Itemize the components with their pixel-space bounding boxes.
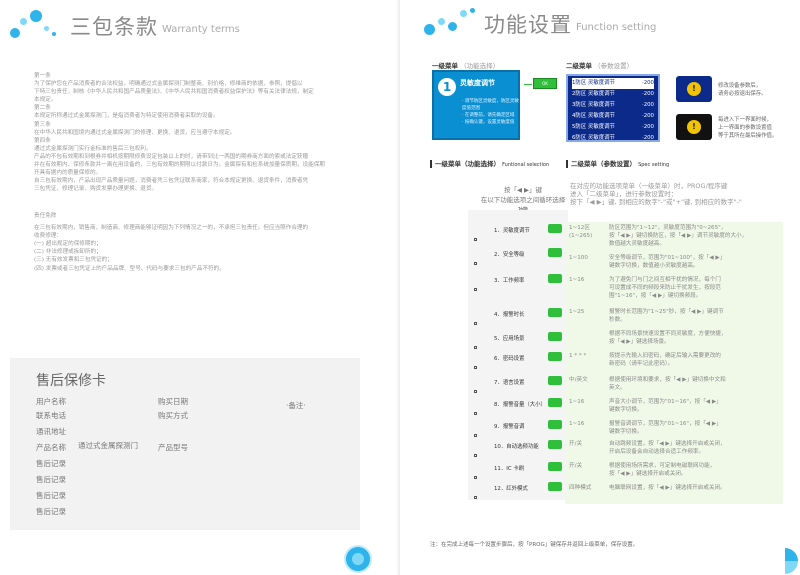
list-item: 1．灵敏度调节	[468, 222, 568, 248]
checkbox-icon	[474, 366, 477, 369]
note-1: 修改设备参数后， 请务必按退出保存。	[718, 83, 767, 97]
checkbox-icon	[474, 322, 477, 325]
checkbox-icon	[474, 434, 477, 437]
warranty-card-title: 售后保修卡	[36, 373, 106, 389]
ok-button-icon: OK	[533, 78, 557, 89]
list-item: 2．安全等级	[468, 246, 568, 272]
list-item: 12．红外模式	[468, 480, 568, 506]
screen-row: 3防区 灵敏度调节 ·200	[572, 102, 654, 108]
param-screen: 1防区 灵敏度调节 ·200 2防区 灵敏度调节 ·200 3防区 灵敏度调节 ·20…	[566, 74, 660, 142]
section-spec: 二级菜单（参数设置） Spec setting	[566, 158, 669, 168]
menu-number-badge: 1	[438, 78, 456, 96]
checkbox-icon	[474, 454, 477, 457]
section-funtional: 一级菜单（功能选择） Funtional selection	[430, 158, 549, 168]
dots-decoration-icon	[8, 8, 66, 44]
field-purchase-date: 购买日期	[158, 397, 188, 406]
green-tag-icon	[548, 376, 562, 385]
field-address: 通讯地址	[36, 427, 66, 436]
checkbox-icon	[474, 412, 477, 415]
field-product-model: 产品型号	[158, 443, 188, 452]
left-page: 三包条款 Warranty terms 第一条 为了保护您在产品消费者的合法权益…	[0, 0, 400, 575]
field-service-record-2: 售后记录	[36, 475, 66, 484]
green-tag-icon	[548, 352, 562, 361]
green-tag-icon	[548, 332, 562, 341]
green-tag-icon	[548, 420, 562, 429]
screen-row: 6防区 灵敏度调节 ·200	[572, 135, 654, 141]
screen-row: 2防区 灵敏度调节 ·200	[572, 91, 654, 97]
field-product-value: 通过式金属探测门	[78, 441, 138, 450]
screen-row: 4防区 灵敏度调节 ·200	[572, 113, 654, 119]
sensitivity-menu-box: 1 灵敏度调节 · 调节防区灵敏度，防区灵敏 度值范围 · 在调整前，请先确定区…	[432, 70, 520, 140]
note-2: 每进入下一界面时候， 上一界面的参数设置值 等于其所在最后操作值。	[718, 117, 778, 139]
field-purchase-method: 购买方式	[158, 411, 188, 420]
left-header: 三包条款 Warranty terms	[8, 8, 240, 44]
right-page-subtitle: Function setting	[576, 21, 657, 33]
green-tag-icon	[548, 462, 562, 471]
checkbox-icon	[474, 496, 477, 499]
dots-decoration-icon	[422, 6, 480, 42]
green-tag-icon	[548, 274, 562, 283]
field-service-record-1: 售后记录	[36, 459, 66, 468]
field-user-name: 用户名称	[36, 397, 66, 406]
corner-logo-icon	[772, 548, 798, 574]
green-tag-icon	[548, 398, 562, 407]
screen-row: 1防区 灵敏度调节 ·200	[572, 78, 654, 89]
green-tag-icon	[548, 308, 562, 317]
menu-box-title: 灵敏度调节	[460, 79, 495, 87]
warranty-card: 售后保修卡 用户名称 联系电话 通讯地址 产品名称 通过式金属探测门 售后记录 …	[10, 358, 360, 530]
field-remark: ·备注·	[286, 401, 306, 410]
field-product-name: 产品名称	[36, 443, 66, 452]
checkbox-icon	[474, 262, 477, 265]
list-item: 3．工作频率	[468, 272, 568, 298]
right-page: 功能设置 Function setting 一级菜单 （功能选择） 二级菜单 （…	[400, 0, 800, 575]
green-tag-icon	[548, 440, 562, 449]
connector-line	[524, 84, 532, 85]
liability-text-block: 责任免除 在三包有效期内，销售商、制造商、修理商能够证明因为下列情况之一的，不承…	[34, 213, 309, 272]
field-service-record-4: 售后记录	[36, 507, 66, 516]
warranty-text-block: 第一条 为了保护您在产品消费者的合法权益，明确通过式金属探测门制整商、别价格，修…	[34, 73, 325, 193]
brand-logo-icon	[344, 545, 372, 573]
menu1-caption: 一级菜单 （功能选择）	[432, 62, 500, 70]
menu2-caption: 二级菜单 （参数设置）	[566, 62, 634, 70]
warning-box-1: !	[676, 76, 712, 102]
field-service-record-3: 售后记录	[36, 491, 66, 500]
checkbox-icon	[474, 390, 477, 393]
warning-box-2: !	[676, 114, 712, 140]
field-phone: 联系电话	[36, 411, 66, 420]
footnote: 注：在完成上述每一个设置步骤后，按「PROG」键保存并返回上级菜单，保存设置。	[430, 542, 639, 548]
right-page-title: 功能设置	[484, 13, 572, 37]
list-item: 6．密码设置	[468, 350, 568, 376]
right-header: 功能设置 Function setting	[422, 6, 656, 42]
checkbox-icon	[474, 476, 477, 479]
checkbox-icon	[474, 238, 477, 241]
instruction-1: 按「◀ ▶」键 在以下功能选项之间循环选择	[480, 186, 566, 204]
screen-row: 5防区 灵敏度调节 ·200	[572, 124, 654, 130]
checkbox-icon	[474, 346, 477, 349]
checkbox-icon	[474, 288, 477, 291]
list-item: 4．报警时长	[468, 306, 568, 332]
warning-icon: !	[687, 120, 701, 134]
left-page-subtitle: Warranty terms	[162, 23, 240, 35]
instruction-2: 在对应的功能选项菜单（一级菜单）时，PROG/程序键 进入「二级菜单」，进行参数设…	[570, 182, 742, 206]
green-tag-icon	[548, 224, 562, 233]
green-tag-icon	[548, 482, 562, 491]
green-tag-icon	[548, 248, 562, 257]
warning-icon: !	[687, 82, 701, 96]
left-page-title: 三包条款	[70, 15, 158, 39]
